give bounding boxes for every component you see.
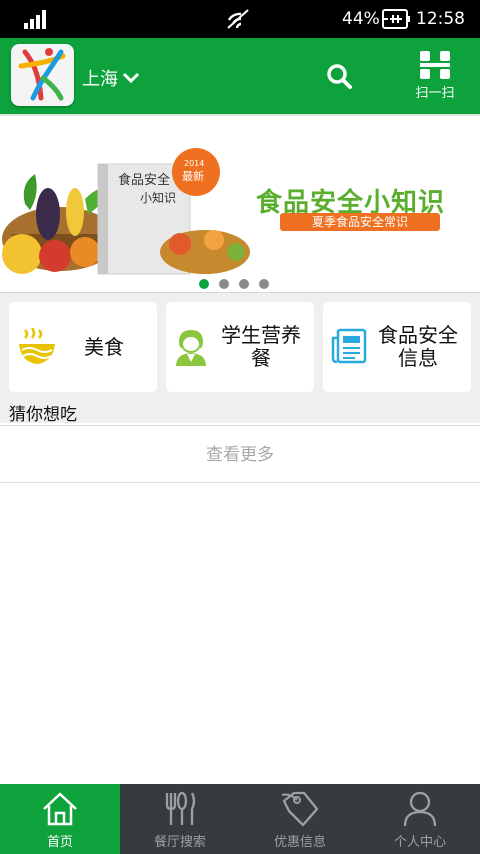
nav-item-restaurant-search[interactable]: 餐厅搜索 bbox=[120, 784, 240, 854]
clock: 12:58 bbox=[416, 9, 465, 29]
nav-item-deals[interactable]: 优惠信息 bbox=[240, 784, 360, 854]
category-label: 美食 bbox=[84, 334, 124, 359]
tag-icon bbox=[281, 791, 319, 827]
search-icon[interactable] bbox=[326, 63, 352, 89]
view-more-button[interactable]: 查看更多 bbox=[0, 425, 480, 483]
category-card-food-safety[interactable]: 食品安全信息 bbox=[323, 302, 471, 392]
city-selector[interactable]: 上海 bbox=[82, 65, 140, 91]
chevron-down-icon bbox=[122, 72, 140, 84]
category-label: 食品安全信息 bbox=[378, 323, 458, 370]
cutlery-icon bbox=[165, 791, 196, 825]
user-icon bbox=[403, 791, 437, 827]
signal-icon bbox=[24, 10, 46, 29]
scan-button[interactable]: 扫一扫 bbox=[412, 50, 458, 101]
food-basket-image: 食品安全 小知识 2014 最新 bbox=[2, 148, 250, 275]
status-bar: 44% 12:58 bbox=[0, 0, 480, 38]
wifi-icon bbox=[227, 9, 249, 29]
scan-label: 扫一扫 bbox=[415, 86, 455, 101]
guess-section-title: 猜你想吃 bbox=[9, 405, 77, 425]
battery-percent: 44% bbox=[342, 9, 380, 29]
category-label: 学生营养餐 bbox=[221, 323, 301, 370]
city-name: 上海 bbox=[82, 69, 118, 90]
nav-label: 首页 bbox=[46, 835, 73, 850]
category-card-student-meal[interactable]: 学生营养餐 bbox=[166, 302, 314, 392]
book-text: 食品安全 bbox=[118, 172, 170, 188]
news-icon bbox=[331, 328, 367, 364]
carousel-dot[interactable] bbox=[199, 279, 209, 289]
promo-banner[interactable]: 食品安全 小知识 2014 最新 食品安全小知识 夏季食品安全常识 bbox=[0, 116, 480, 293]
carousel-indicator bbox=[199, 279, 269, 289]
nav-label: 餐厅搜索 bbox=[153, 835, 206, 850]
nav-label: 个人中心 bbox=[393, 835, 446, 850]
app-header: 上海 扫一扫 bbox=[0, 38, 480, 114]
app-logo[interactable] bbox=[11, 44, 74, 106]
banner-subtitle: 夏季食品安全常识 bbox=[280, 213, 440, 231]
svg-text:小知识: 小知识 bbox=[140, 191, 176, 205]
home-icon bbox=[43, 792, 77, 826]
carousel-dot[interactable] bbox=[259, 279, 269, 289]
noodles-icon bbox=[19, 328, 55, 364]
battery-charging-icon bbox=[382, 9, 410, 29]
category-card-food[interactable]: 美食 bbox=[9, 302, 157, 392]
carousel-dot[interactable] bbox=[219, 279, 229, 289]
student-icon bbox=[176, 330, 206, 366]
badge-year: 2014 bbox=[184, 159, 204, 168]
badge-text: 最新 bbox=[182, 169, 204, 183]
carousel-dot[interactable] bbox=[239, 279, 249, 289]
scan-icon bbox=[420, 51, 450, 79]
nav-item-profile[interactable]: 个人中心 bbox=[360, 784, 480, 854]
category-section: 美食 学生营养餐 食品安全信息 猜你想吃 bbox=[0, 293, 480, 425]
nav-item-home[interactable]: 首页 bbox=[0, 784, 120, 854]
bottom-nav: 首页 餐厅搜索 优惠信息 个人中心 bbox=[0, 784, 480, 854]
nav-label: 优惠信息 bbox=[273, 835, 326, 850]
